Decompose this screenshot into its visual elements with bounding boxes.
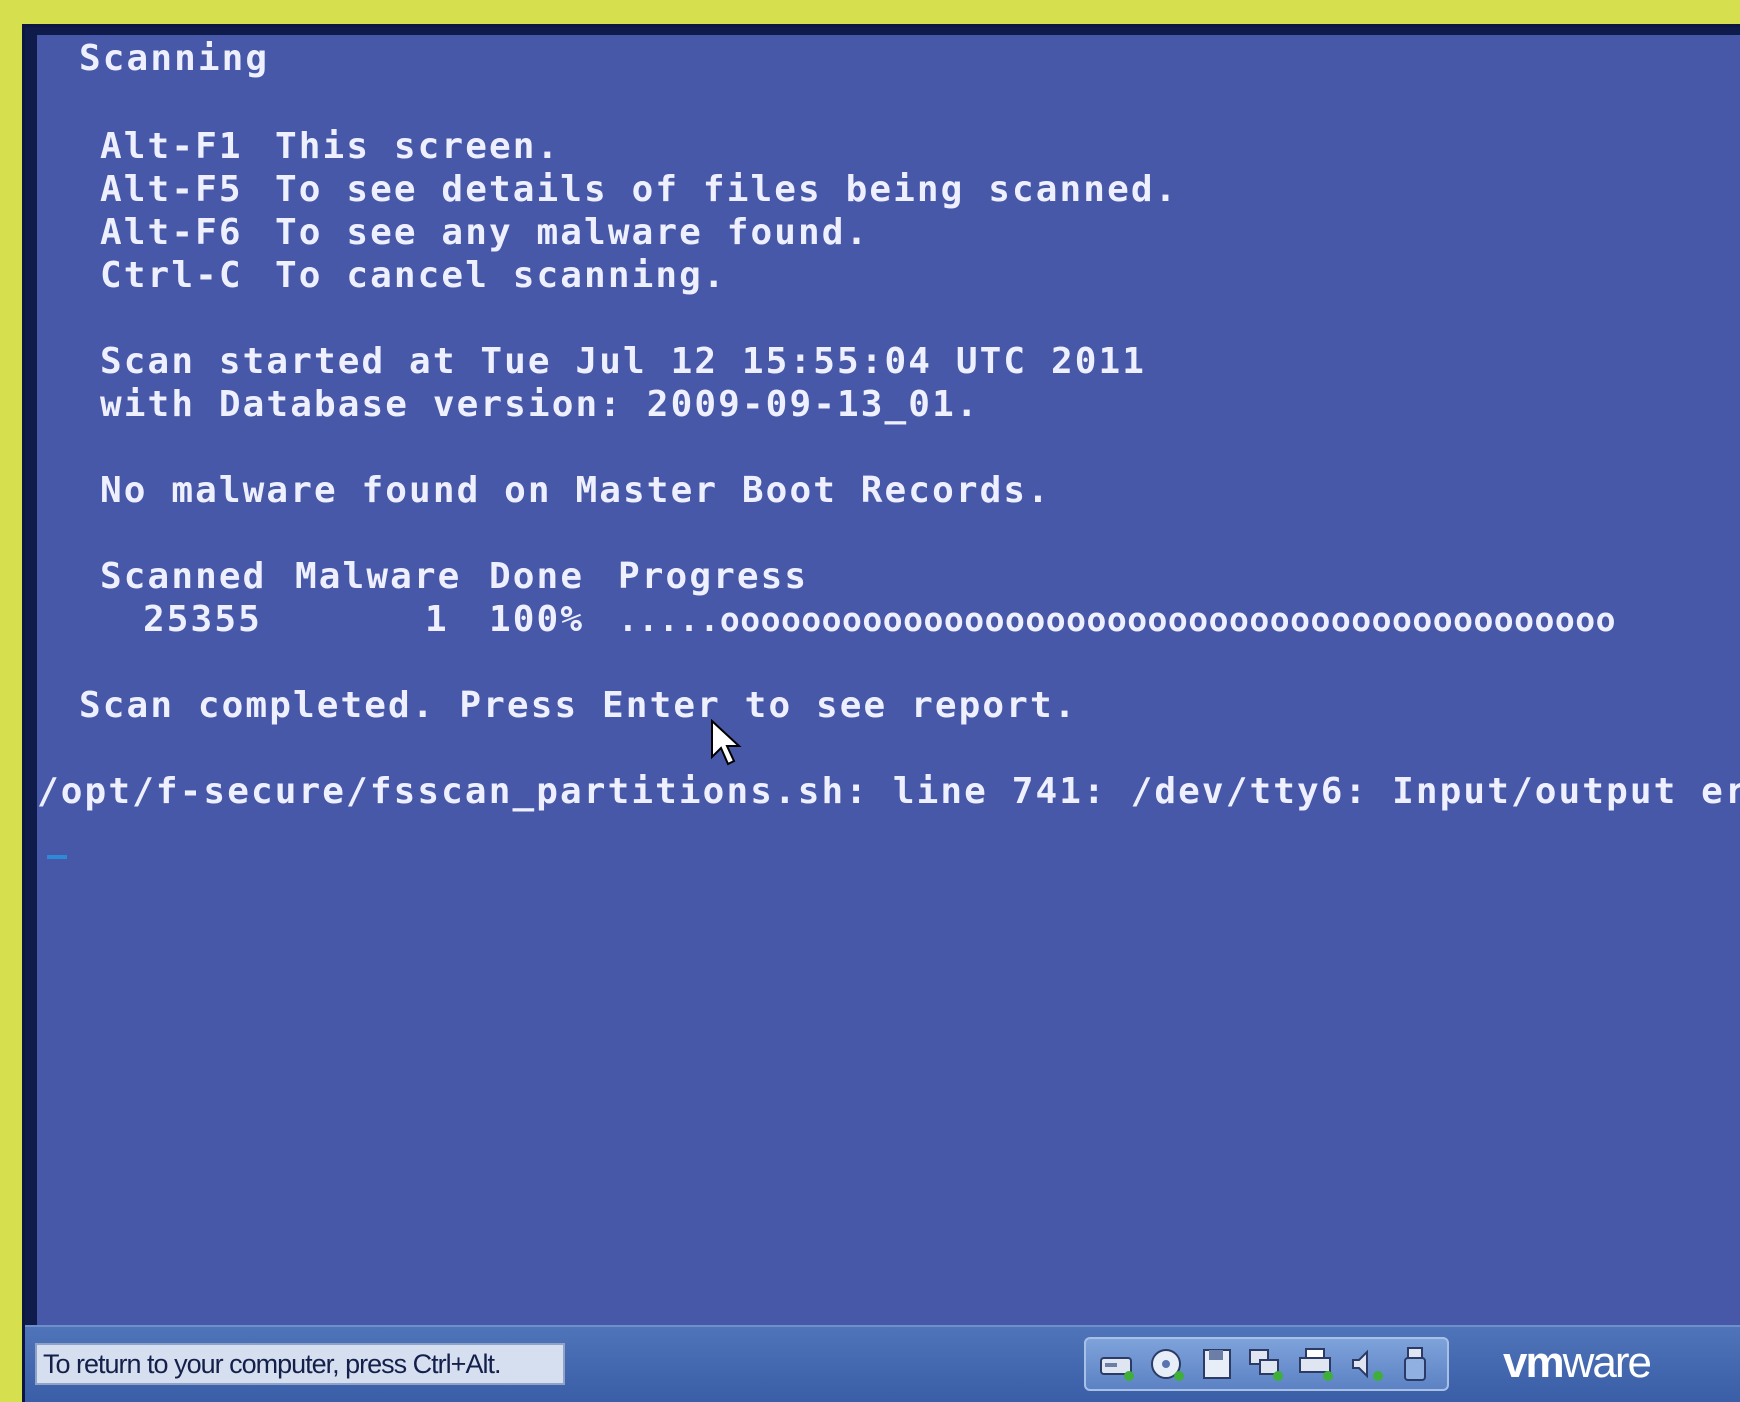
printer-icon[interactable]: [1297, 1344, 1335, 1384]
scan-started-line: Scan started at Tue Jul 12 15:55:04 UTC …: [100, 341, 1147, 382]
logo-thin-part: ware: [1562, 1338, 1652, 1387]
hotkey-key: Alt-F6: [100, 212, 243, 253]
cd-rom-icon[interactable]: [1148, 1344, 1186, 1384]
table-header-scanned: Scanned: [100, 556, 267, 597]
progress-bar: .....ooooooooooooooooooooooooooooooooooo…: [618, 600, 1617, 639]
mbr-status-line: No malware found on Master Boot Records.: [100, 470, 1051, 511]
hotkey-key: Alt-F1: [100, 126, 243, 167]
hotkey-desc: To see any malware found.: [275, 212, 870, 253]
hotkey-desc: To see details of files being scanned.: [275, 169, 1179, 210]
hard-disk-icon[interactable]: [1098, 1344, 1136, 1384]
vm-statusbar: To return to your computer, press Ctrl+A…: [25, 1325, 1740, 1402]
hotkey-key: Ctrl-C: [100, 255, 243, 296]
hotkey-desc: This screen.: [275, 126, 561, 167]
device-tray: [1084, 1337, 1449, 1391]
sound-icon[interactable]: [1347, 1344, 1385, 1384]
floppy-icon[interactable]: [1198, 1344, 1236, 1384]
table-header-done: Done: [489, 556, 585, 597]
db-version-line: with Database version: 2009-09-13_01.: [100, 384, 980, 425]
hotkey-key: Alt-F5: [100, 169, 243, 210]
error-line: /opt/f-secure/fsscan_partitions.sh: line…: [37, 771, 1740, 812]
vmware-logo: vmware: [1503, 1338, 1652, 1387]
usb-icon[interactable]: [1397, 1344, 1435, 1384]
status-message: To return to your computer, press Ctrl+A…: [35, 1343, 565, 1385]
table-header-malware: Malware: [295, 556, 462, 597]
mouse-pointer-icon: [711, 719, 742, 766]
scan-completed-line: Scan completed. Press Enter to see repor…: [79, 685, 1078, 726]
table-header-progress: Progress: [618, 556, 809, 597]
logo-bold-part: vm: [1503, 1338, 1565, 1387]
done-percent: 100%: [489, 599, 585, 640]
malware-count: 1: [425, 599, 449, 640]
text-cursor: [47, 855, 67, 859]
scanned-count: 25355: [143, 599, 262, 640]
vm-window: Scanning Alt-F1 This screen. Alt-F5 To s…: [22, 24, 1740, 1402]
console-screen[interactable]: Scanning Alt-F1 This screen. Alt-F5 To s…: [37, 35, 1740, 1328]
network-adapter-icon[interactable]: [1247, 1344, 1285, 1384]
console-title: Scanning: [79, 38, 270, 79]
hotkey-desc: To cancel scanning.: [275, 255, 727, 296]
